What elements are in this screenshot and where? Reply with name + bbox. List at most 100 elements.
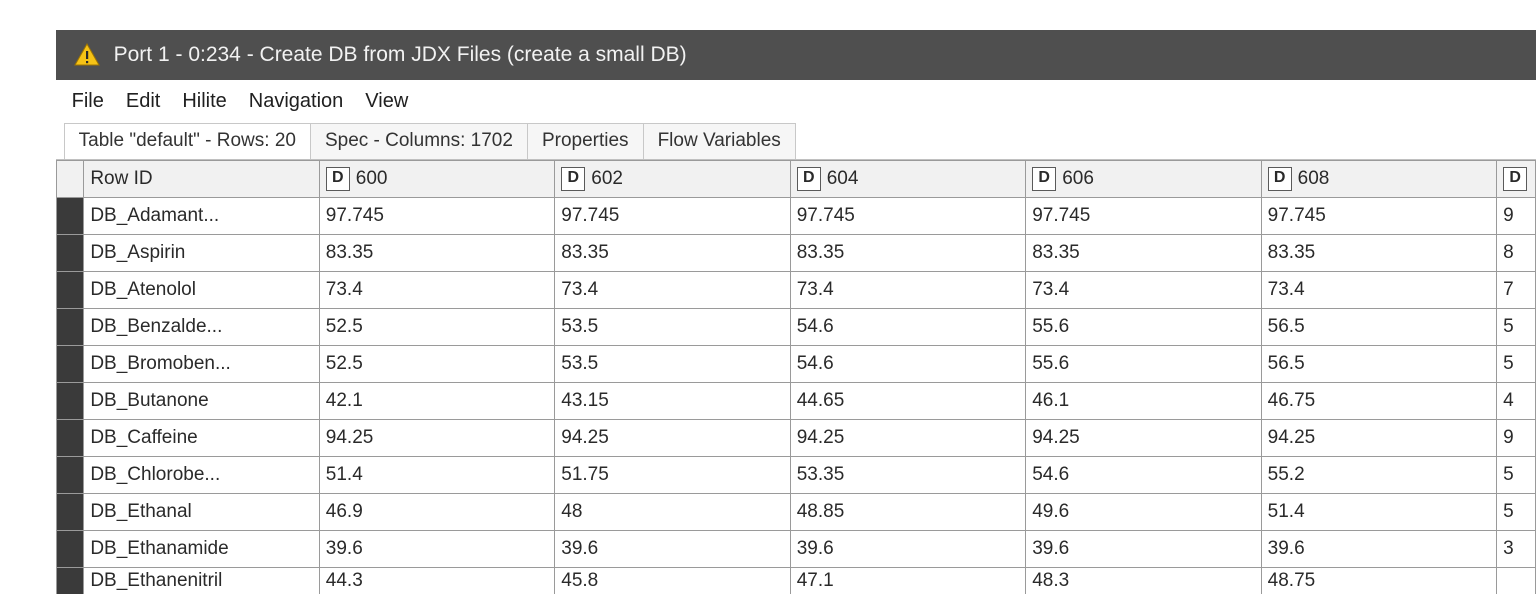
data-cell[interactable]: 51.4 — [319, 457, 554, 494]
data-cell[interactable]: 83.35 — [319, 235, 554, 272]
data-cell[interactable]: 94.25 — [1261, 420, 1496, 457]
row-marker[interactable] — [56, 457, 84, 494]
data-cell[interactable]: 39.6 — [1261, 531, 1496, 568]
menu-hilite[interactable]: Hilite — [182, 90, 226, 113]
row-marker[interactable] — [56, 494, 84, 531]
data-cell[interactable]: 97.745 — [790, 198, 1025, 235]
rowid-cell[interactable]: DB_Atenolol — [84, 272, 319, 309]
row-marker[interactable] — [56, 383, 84, 420]
tab-0[interactable]: Table "default" - Rows: 20 — [64, 123, 311, 159]
data-cell[interactable]: 56.5 — [1261, 346, 1496, 383]
data-cell[interactable]: 55.2 — [1261, 457, 1496, 494]
table-row[interactable]: DB_Aspirin83.3583.3583.3583.3583.358 — [56, 235, 1535, 272]
data-cell[interactable]: 52.5 — [319, 346, 554, 383]
data-cell[interactable]: 97.745 — [555, 198, 790, 235]
rowid-cell[interactable]: DB_Aspirin — [84, 235, 319, 272]
data-cell[interactable]: 48.75 — [1261, 568, 1496, 595]
data-cell[interactable]: 94.25 — [319, 420, 554, 457]
table-row[interactable]: DB_Butanone42.143.1544.6546.146.754 — [56, 383, 1535, 420]
menu-view[interactable]: View — [365, 90, 408, 113]
data-cell[interactable]: 94.25 — [790, 420, 1025, 457]
data-cell[interactable]: 83.35 — [1026, 235, 1261, 272]
data-cell[interactable]: 51.75 — [555, 457, 790, 494]
data-cell[interactable]: 83.35 — [1261, 235, 1496, 272]
data-cell[interactable]: 46.9 — [319, 494, 554, 531]
data-cell[interactable]: 56.5 — [1261, 309, 1496, 346]
data-cell[interactable]: 42.1 — [319, 383, 554, 420]
table-row[interactable]: DB_Benzalde...52.553.554.655.656.55 — [56, 309, 1535, 346]
data-cell[interactable]: 54.6 — [790, 346, 1025, 383]
data-cell-peek[interactable]: 3 — [1497, 531, 1536, 568]
data-cell[interactable]: 48 — [555, 494, 790, 531]
table-row[interactable]: DB_Chlorobe...51.451.7553.3554.655.25 — [56, 457, 1535, 494]
tab-1[interactable]: Spec - Columns: 1702 — [310, 123, 528, 159]
data-cell[interactable]: 94.25 — [1026, 420, 1261, 457]
data-cell[interactable]: 39.6 — [555, 531, 790, 568]
data-cell-peek[interactable] — [1497, 568, 1536, 595]
rowid-cell[interactable]: DB_Butanone — [84, 383, 319, 420]
rowid-cell[interactable]: DB_Ethanamide — [84, 531, 319, 568]
rowid-cell[interactable]: DB_Ethanenitril — [84, 568, 319, 595]
rowid-header[interactable]: Row ID — [84, 161, 319, 198]
data-cell[interactable]: 53.5 — [555, 346, 790, 383]
column-header[interactable]: D602 — [555, 161, 790, 198]
data-cell[interactable]: 46.1 — [1026, 383, 1261, 420]
column-header[interactable]: D608 — [1261, 161, 1496, 198]
data-cell[interactable]: 43.15 — [555, 383, 790, 420]
data-cell[interactable]: 73.4 — [555, 272, 790, 309]
data-cell[interactable]: 46.75 — [1261, 383, 1496, 420]
data-cell[interactable]: 55.6 — [1026, 309, 1261, 346]
data-cell[interactable]: 97.745 — [1261, 198, 1496, 235]
data-cell[interactable]: 73.4 — [1026, 272, 1261, 309]
table-row[interactable]: DB_Caffeine94.2594.2594.2594.2594.259 — [56, 420, 1535, 457]
column-header-peek[interactable]: D — [1497, 161, 1536, 198]
data-cell[interactable]: 73.4 — [319, 272, 554, 309]
data-cell[interactable]: 51.4 — [1261, 494, 1496, 531]
data-cell[interactable]: 54.6 — [790, 309, 1025, 346]
data-cell-peek[interactable]: 5 — [1497, 309, 1536, 346]
data-cell-peek[interactable]: 5 — [1497, 494, 1536, 531]
row-marker[interactable] — [56, 568, 84, 595]
table-row[interactable]: DB_Atenolol73.473.473.473.473.47 — [56, 272, 1535, 309]
menu-navigation[interactable]: Navigation — [249, 90, 344, 113]
data-cell-peek[interactable]: 5 — [1497, 457, 1536, 494]
data-table[interactable]: Row ID D600D602D604D606D608D DB_Adamant.… — [56, 160, 1536, 594]
data-cell[interactable]: 48.3 — [1026, 568, 1261, 595]
data-cell-peek[interactable]: 5 — [1497, 346, 1536, 383]
data-cell[interactable]: 52.5 — [319, 309, 554, 346]
data-cell-peek[interactable]: 7 — [1497, 272, 1536, 309]
data-cell[interactable]: 73.4 — [1261, 272, 1496, 309]
row-marker[interactable] — [56, 531, 84, 568]
data-cell[interactable]: 53.35 — [790, 457, 1025, 494]
data-cell-peek[interactable]: 9 — [1497, 198, 1536, 235]
data-cell[interactable]: 83.35 — [790, 235, 1025, 272]
data-cell[interactable]: 45.8 — [555, 568, 790, 595]
table-row[interactable]: DB_Ethanenitril44.345.847.148.348.75 — [56, 568, 1535, 595]
row-marker[interactable] — [56, 272, 84, 309]
data-cell[interactable]: 39.6 — [1026, 531, 1261, 568]
tab-2[interactable]: Properties — [527, 123, 644, 159]
data-cell-peek[interactable]: 8 — [1497, 235, 1536, 272]
row-marker[interactable] — [56, 198, 84, 235]
row-marker[interactable] — [56, 309, 84, 346]
data-cell-peek[interactable]: 9 — [1497, 420, 1536, 457]
data-cell[interactable]: 83.35 — [555, 235, 790, 272]
rowid-cell[interactable]: DB_Adamant... — [84, 198, 319, 235]
column-header[interactable]: D606 — [1026, 161, 1261, 198]
data-cell[interactable]: 44.3 — [319, 568, 554, 595]
data-cell[interactable]: 55.6 — [1026, 346, 1261, 383]
rowid-cell[interactable]: DB_Ethanal — [84, 494, 319, 531]
row-marker[interactable] — [56, 420, 84, 457]
rowid-cell[interactable]: DB_Chlorobe... — [84, 457, 319, 494]
data-cell[interactable]: 48.85 — [790, 494, 1025, 531]
table-row[interactable]: DB_Ethanal46.94848.8549.651.45 — [56, 494, 1535, 531]
data-cell-peek[interactable]: 4 — [1497, 383, 1536, 420]
row-marker[interactable] — [56, 346, 84, 383]
table-row[interactable]: DB_Bromoben...52.553.554.655.656.55 — [56, 346, 1535, 383]
table-row[interactable]: DB_Ethanamide39.639.639.639.639.63 — [56, 531, 1535, 568]
menu-edit[interactable]: Edit — [126, 90, 160, 113]
menu-file[interactable]: File — [72, 90, 104, 113]
data-cell[interactable]: 97.745 — [1026, 198, 1261, 235]
data-cell[interactable]: 47.1 — [790, 568, 1025, 595]
column-header[interactable]: D600 — [319, 161, 554, 198]
